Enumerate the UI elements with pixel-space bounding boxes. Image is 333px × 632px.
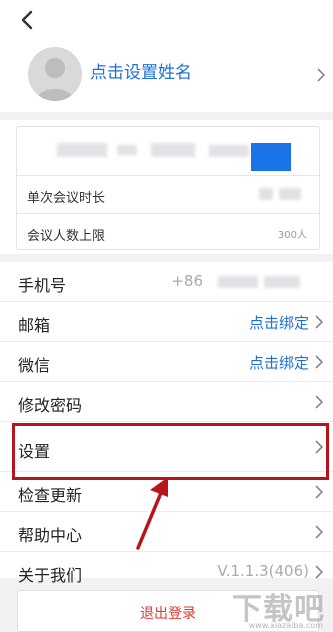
watermark-url: www.xiazaiba.com bbox=[248, 621, 323, 630]
annotation-arrow-icon bbox=[136, 477, 168, 550]
